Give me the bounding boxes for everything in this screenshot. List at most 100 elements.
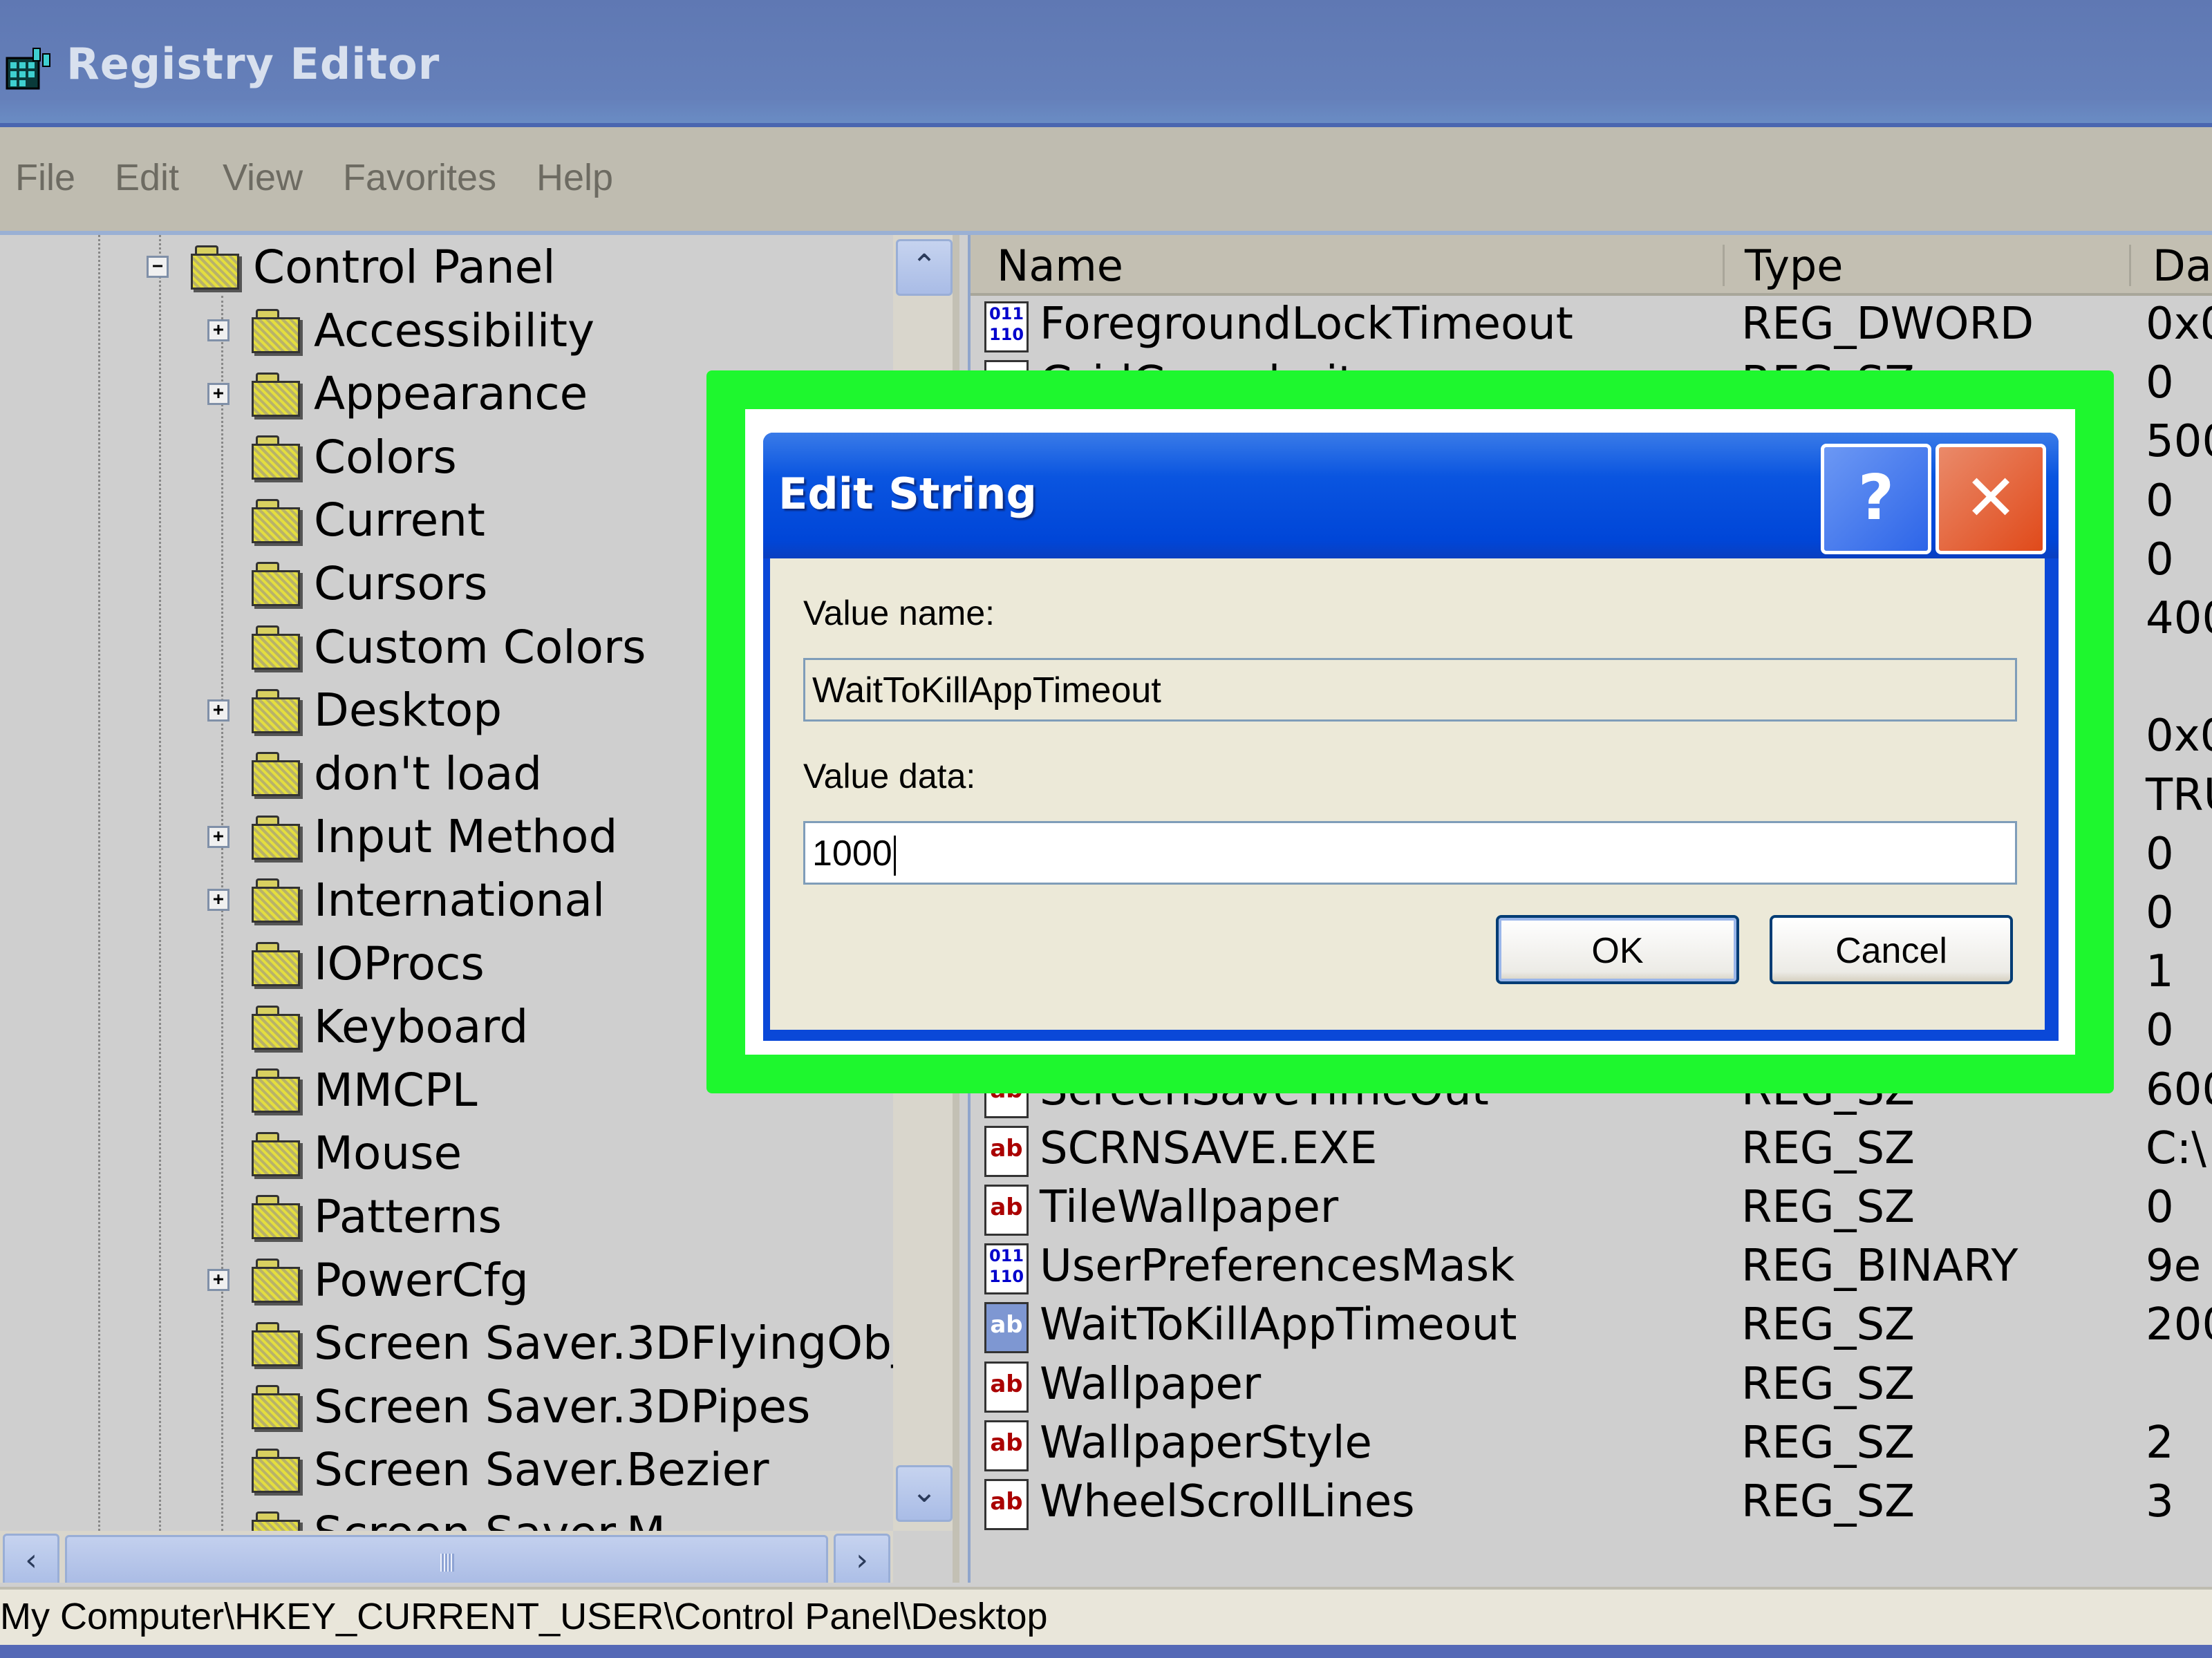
column-header-data[interactable]: Data (2153, 241, 2212, 291)
folder-icon (252, 309, 300, 353)
value-type: REG_DWORD (1741, 299, 2034, 350)
tree-item-patterns[interactable]: Patterns (252, 1186, 502, 1247)
value-data: 600 (2146, 1064, 2212, 1115)
value-data-input[interactable]: 1000 (803, 821, 2017, 885)
column-separator[interactable] (1723, 245, 1725, 286)
tree-item-label: Screen Saver.3DPipes (314, 1379, 811, 1433)
column-separator[interactable] (2129, 245, 2131, 286)
tree-item-label: Appearance (314, 367, 588, 421)
folder-icon (252, 1131, 300, 1176)
tree-item-screen-saver-3dflyingobj[interactable]: Screen Saver.3DFlyingObj (252, 1313, 904, 1374)
tree-item-keyboard[interactable]: Keyboard (252, 997, 528, 1057)
close-button[interactable]: ✕ (1936, 444, 2046, 554)
dialog-title-bar[interactable]: Edit String ? ✕ (763, 433, 2059, 558)
tree-guide-line (98, 235, 100, 1531)
tree-item-mmcpl[interactable]: MMCPL (252, 1059, 478, 1120)
scroll-down-button[interactable]: ⌄ (896, 1465, 953, 1522)
value-data: 0 (2146, 828, 2174, 880)
scroll-left-button[interactable]: ‹ (3, 1534, 59, 1583)
tree-item-label: Desktop (314, 684, 503, 737)
value-data: 1 (2146, 946, 2174, 998)
expand-toggle[interactable]: + (207, 1269, 229, 1291)
window-title: Registry Editor (66, 39, 440, 89)
menu-view[interactable]: View (223, 156, 303, 199)
list-row[interactable]: ab WheelScrollLines REG_SZ 3 (971, 1473, 2212, 1532)
tree-item-international[interactable]: International (252, 869, 605, 930)
tree-item-appearance[interactable]: Appearance (252, 364, 588, 424)
tree-horizontal-scrollbar[interactable]: ‹ › (0, 1531, 893, 1583)
folder-icon (252, 1321, 300, 1366)
value-data: 500 (2146, 416, 2212, 468)
value-data: 0 (2146, 475, 2174, 527)
list-row[interactable]: ab SCRNSAVE.EXE REG_SZ C:\ (971, 1120, 2212, 1179)
value-name: Wallpaper (1040, 1358, 1262, 1410)
value-name-label: Value name: (803, 594, 995, 632)
value-data: 0x0 (2146, 299, 2212, 350)
value-name-field[interactable]: WaitToKillAppTimeout (803, 658, 2017, 722)
tree-item-desktop[interactable]: Desktop (252, 680, 502, 741)
column-header-type[interactable]: Type (1745, 241, 1843, 291)
tree-item-ioprocs[interactable]: IOProcs (252, 933, 485, 994)
value-type: REG_SZ (1741, 1122, 1915, 1174)
menu-file[interactable]: File (15, 156, 75, 199)
tree-item-custom-colors[interactable]: Custom Colors (252, 616, 646, 677)
value-name-text: WaitToKillAppTimeout (812, 670, 1161, 710)
cancel-button[interactable]: Cancel (1770, 915, 2013, 984)
scroll-right-button[interactable]: › (834, 1534, 890, 1583)
value-data: C:\ (2146, 1122, 2206, 1174)
tree-item-mouse[interactable]: Mouse (252, 1123, 462, 1184)
folder-icon (252, 688, 300, 733)
value-type: REG_BINARY (1741, 1241, 2018, 1292)
expand-toggle[interactable]: + (207, 319, 229, 341)
binary-value-icon: 011 110 (984, 1243, 1029, 1295)
tree-item-control-panel[interactable]: Control Panel (191, 236, 556, 297)
tree-item-don-t-load[interactable]: don't load (252, 743, 542, 804)
value-data: 2 (2146, 1417, 2174, 1469)
tree-item-label: Patterns (314, 1189, 502, 1243)
tree-guide-line (221, 296, 223, 1531)
tree-item-label: Screen Saver.Bezier (314, 1443, 769, 1497)
tree-item-cursors[interactable]: Cursors (252, 553, 487, 614)
tree-item-label: MMCPL (314, 1063, 478, 1117)
menu-edit[interactable]: Edit (115, 156, 179, 199)
tree-item-label: Colors (314, 430, 457, 484)
horizontal-scroll-thumb[interactable] (65, 1535, 828, 1583)
list-row[interactable]: ab TileWallpaper REG_SZ 0 (971, 1179, 2212, 1238)
scroll-up-button[interactable]: ⌃ (896, 239, 953, 296)
list-row[interactable]: 011 110 UserPreferencesMask REG_BINARY 9e (971, 1238, 2212, 1297)
tree-item-screen-saver-bezier[interactable]: Screen Saver.Bezier (252, 1440, 769, 1500)
menu-help[interactable]: Help (536, 156, 613, 199)
tree-item-input-method[interactable]: Input Method (252, 807, 617, 867)
expand-toggle[interactable]: + (207, 382, 229, 405)
list-row[interactable]: abWaitToKillAppTimeout REG_SZ 200 (971, 1297, 2212, 1355)
menu-favorites[interactable]: Favorites (343, 156, 496, 199)
list-row[interactable]: ab WallpaperStyle REG_SZ 2 (971, 1415, 2212, 1473)
folder-icon (252, 498, 300, 543)
value-type: REG_SZ (1741, 1299, 1915, 1351)
expand-toggle[interactable]: + (207, 889, 229, 912)
string-value-icon: ab (984, 1302, 1029, 1354)
list-row[interactable]: 011110ForegroundLockTimeout REG_DWORD 0x0 (971, 296, 2212, 355)
tree-item-screen-saver-3dpipes[interactable]: Screen Saver.3DPipes (252, 1376, 810, 1437)
window-bottom-border (0, 1645, 2212, 1658)
value-type: REG_SZ (1741, 1358, 1915, 1410)
tree-item-current[interactable]: Current (252, 490, 485, 551)
expand-toggle[interactable]: + (207, 825, 229, 848)
value-data: 0 (2146, 887, 2174, 939)
value-data: TRU (2146, 769, 2212, 821)
ok-button[interactable]: OK (1496, 915, 1739, 984)
help-button[interactable]: ? (1821, 444, 1931, 554)
folder-icon (252, 562, 300, 607)
column-header-name[interactable]: Name (997, 241, 1123, 291)
tree-item-colors[interactable]: Colors (252, 426, 457, 487)
collapse-toggle[interactable]: − (147, 256, 169, 278)
tree-item-label: PowerCfg (314, 1253, 529, 1307)
title-bar: Registry Editor (0, 0, 2212, 127)
dialog-body: Value name: WaitToKillAppTimeout Value d… (770, 558, 2045, 1030)
string-value-icon: ab (984, 1479, 1029, 1530)
list-row[interactable]: ab Wallpaper REG_SZ (971, 1356, 2212, 1415)
expand-toggle[interactable]: + (207, 699, 229, 722)
tree-item-accessibility[interactable]: Accessibility (252, 300, 594, 361)
tree-item-powercfg[interactable]: PowerCfg (252, 1250, 529, 1310)
list-header: Name Type Data (971, 235, 2212, 296)
